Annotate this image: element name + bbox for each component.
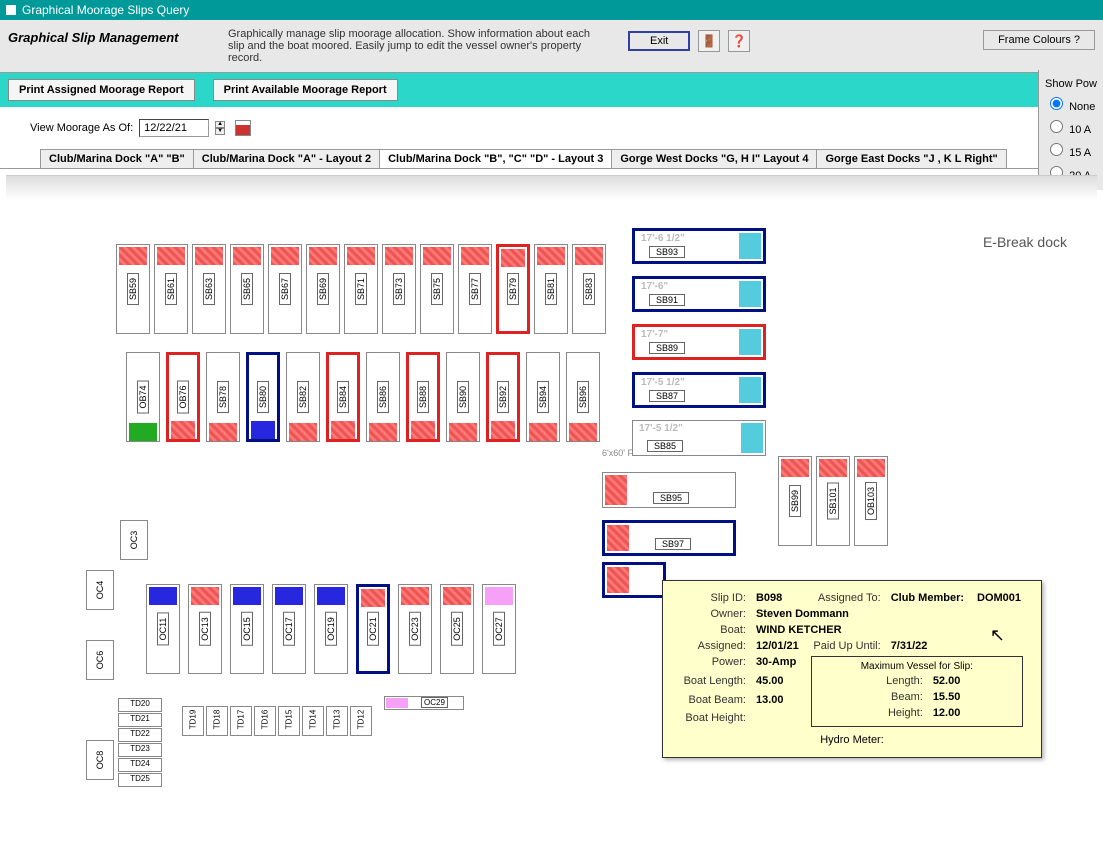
date-label: View Moorage As Of:: [30, 122, 133, 134]
slip-td14[interactable]: TD14: [302, 706, 324, 736]
slip-sb71[interactable]: SB71: [344, 244, 378, 334]
slip-sb91[interactable]: 17'-6"SB91: [632, 276, 766, 312]
slip-td22[interactable]: TD22: [118, 728, 162, 742]
slip-sb79[interactable]: SB79: [496, 244, 530, 334]
slip-sb77[interactable]: SB77: [458, 244, 492, 334]
slip-sb65[interactable]: SB65: [230, 244, 264, 334]
slip-sb69[interactable]: SB69: [306, 244, 340, 334]
power-title: Show Pow: [1045, 76, 1097, 92]
toolbar: Graphical Slip Management Graphically ma…: [0, 20, 1103, 73]
slip-td13[interactable]: TD13: [326, 706, 348, 736]
slip-td24[interactable]: TD24: [118, 758, 162, 772]
slip-td12[interactable]: TD12: [350, 706, 372, 736]
toolbar-heading: Graphical Slip Management: [8, 24, 208, 51]
report-bar: Print Assigned Moorage Report Print Avai…: [0, 73, 1103, 107]
slip-sb94[interactable]: SB94: [526, 352, 560, 442]
slip-sb80[interactable]: SB80: [246, 352, 280, 442]
slip-ob103[interactable]: OB103: [854, 456, 888, 546]
slip-oc8[interactable]: OC8: [86, 740, 114, 780]
title-bar: Graphical Moorage Slips Query: [0, 0, 1103, 20]
slip-sb89[interactable]: 17'-7"SB89: [632, 324, 766, 360]
toolbar-description: Graphically manage slip moorage allocati…: [228, 24, 608, 68]
date-input[interactable]: [139, 119, 209, 137]
help-icon[interactable]: ❓: [728, 30, 750, 52]
tab-gorge-east[interactable]: Gorge East Docks "J , K L Right": [816, 149, 1006, 168]
slip-td18[interactable]: TD18: [206, 706, 228, 736]
door-icon[interactable]: 🚪: [698, 30, 720, 52]
slip-sb101[interactable]: SB101: [816, 456, 850, 546]
print-available-button[interactable]: Print Available Moorage Report: [213, 79, 398, 101]
slip-oc21[interactable]: OC21: [356, 584, 390, 674]
slip-sb81[interactable]: SB81: [534, 244, 568, 334]
slip-oc27[interactable]: OC27: [482, 584, 516, 674]
tab-gorge-west[interactable]: Gorge West Docks "G, H I" Layout 4: [611, 149, 817, 168]
slip-td23[interactable]: TD23: [118, 743, 162, 757]
slip-td20[interactable]: TD20: [118, 698, 162, 712]
slip-sb75[interactable]: SB75: [420, 244, 454, 334]
slip-td19[interactable]: TD19: [182, 706, 204, 736]
tab-dock-ab[interactable]: Club/Marina Dock "A" "B": [40, 149, 194, 168]
power-filter-panel: Show Pow None 10 A 15 A 20 A: [1038, 70, 1103, 190]
slip-ob74[interactable]: OB74: [126, 352, 160, 442]
slip-sb99[interactable]: SB99: [778, 456, 812, 546]
slip-sb86[interactable]: SB86: [366, 352, 400, 442]
slip-td25[interactable]: TD25: [118, 773, 162, 787]
slip-sb59[interactable]: SB59: [116, 244, 150, 334]
slip-oc6[interactable]: OC6: [86, 640, 114, 680]
slip-sb82[interactable]: SB82: [286, 352, 320, 442]
ebreak-dock-label: E-Break dock: [983, 234, 1067, 250]
slip-oc23[interactable]: OC23: [398, 584, 432, 674]
print-assigned-button[interactable]: Print Assigned Moorage Report: [8, 79, 195, 101]
slip-sb61[interactable]: SB61: [154, 244, 188, 334]
slip-td16[interactable]: TD16: [254, 706, 276, 736]
slip-tooltip: Slip ID:B098 Assigned To:Club Member: DO…: [662, 580, 1042, 758]
date-spin-up[interactable]: ▲: [215, 121, 225, 128]
power-none[interactable]: None: [1045, 101, 1095, 113]
slip-sb83[interactable]: SB83: [572, 244, 606, 334]
power-10a[interactable]: 10 A: [1045, 124, 1091, 136]
slip-sb90[interactable]: SB90: [446, 352, 480, 442]
frame-colours-button[interactable]: Frame Colours ?: [983, 30, 1095, 50]
slip-oc29[interactable]: OC29: [421, 697, 448, 708]
slip-sb87[interactable]: 17'-5 1/2"SB87: [632, 372, 766, 408]
slip-sb93[interactable]: 17'-6 1/2"SB93: [632, 228, 766, 264]
slip-partial[interactable]: [602, 562, 666, 598]
slip-sb67[interactable]: SB67: [268, 244, 302, 334]
slip-sb78[interactable]: SB78: [206, 352, 240, 442]
slip-sb84[interactable]: SB84: [326, 352, 360, 442]
slip-oc11[interactable]: OC11: [146, 584, 180, 674]
window-title: Graphical Moorage Slips Query: [22, 3, 189, 17]
slip-sb73[interactable]: SB73: [382, 244, 416, 334]
slip-td17[interactable]: TD17: [230, 706, 252, 736]
cursor-icon: ↖: [990, 625, 1005, 646]
tab-dock-bcd-layout3[interactable]: Club/Marina Dock "B", "C" "D" - Layout 3: [379, 149, 612, 168]
dock-tabs: Club/Marina Dock "A" "B" Club/Marina Doc…: [0, 149, 1103, 169]
date-row: View Moorage As Of: ▲ ▼: [0, 107, 1103, 149]
slip-sb96[interactable]: SB96: [566, 352, 600, 442]
slip-oc17[interactable]: OC17: [272, 584, 306, 674]
slip-oc13[interactable]: OC13: [188, 584, 222, 674]
tab-dock-a-layout2[interactable]: Club/Marina Dock "A" - Layout 2: [193, 149, 380, 168]
slip-td21[interactable]: TD21: [118, 713, 162, 727]
power-15a[interactable]: 15 A: [1045, 147, 1091, 159]
slip-sb95[interactable]: SB95: [602, 472, 736, 508]
slip-ob76[interactable]: OB76: [166, 352, 200, 442]
calendar-icon[interactable]: [235, 120, 251, 136]
slip-oc15[interactable]: OC15: [230, 584, 264, 674]
slip-sb88[interactable]: SB88: [406, 352, 440, 442]
slip-sb85[interactable]: 17'-5 1/2"SB85: [632, 420, 766, 456]
slip-sb92[interactable]: SB92: [486, 352, 520, 442]
slip-oc25[interactable]: OC25: [440, 584, 474, 674]
slip-oc19[interactable]: OC19: [314, 584, 348, 674]
date-spin-down[interactable]: ▼: [215, 128, 225, 135]
app-icon: [6, 5, 16, 15]
slip-sb63[interactable]: SB63: [192, 244, 226, 334]
exit-button[interactable]: Exit: [628, 31, 690, 51]
slip-oc4[interactable]: OC4: [86, 570, 114, 610]
dock-canvas[interactable]: E-Break dock 6'x60' FLOAT SB59SB61SB63SB…: [6, 175, 1097, 795]
slip-td15[interactable]: TD15: [278, 706, 300, 736]
slip-sb97[interactable]: SB97: [602, 520, 736, 556]
slip-oc3[interactable]: OC3: [120, 520, 148, 560]
